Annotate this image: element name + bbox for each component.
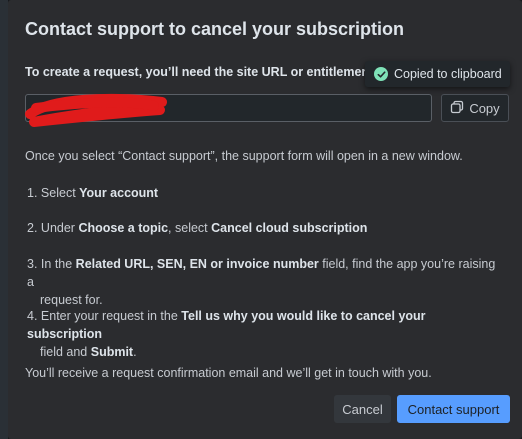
copy-label: Copy	[469, 100, 500, 116]
site-url-label: To create a request, you’ll need the sit…	[25, 65, 374, 79]
copied-toast: Copied to clipboard	[365, 61, 510, 87]
backdrop-edge	[0, 0, 8, 439]
outro-text: You’ll receive a request confirmation em…	[25, 366, 432, 380]
check-circle-icon	[374, 67, 388, 81]
toast-text: Copied to clipboard	[394, 67, 502, 81]
intro-text: Once you select “Contact support”, the s…	[25, 149, 463, 163]
copy-icon	[450, 100, 464, 117]
step-2: 2. Under Choose a topic, select Cancel c…	[27, 221, 368, 235]
contact-support-button[interactable]: Contact support	[397, 395, 510, 423]
cancel-button[interactable]: Cancel	[334, 395, 391, 423]
cancel-subscription-dialog: Contact support to cancel your subscript…	[8, 0, 522, 439]
step-1: 1. Select Your account	[27, 186, 159, 200]
step-4: 4. Enter your request in the Tell us why…	[27, 309, 426, 359]
copy-button[interactable]: Copy	[441, 94, 509, 122]
dialog-title: Contact support to cancel your subscript…	[25, 19, 405, 39]
step-3: 3. In the Related URL, SEN, EN or invoic…	[27, 257, 496, 307]
site-url-input[interactable]	[25, 94, 432, 122]
